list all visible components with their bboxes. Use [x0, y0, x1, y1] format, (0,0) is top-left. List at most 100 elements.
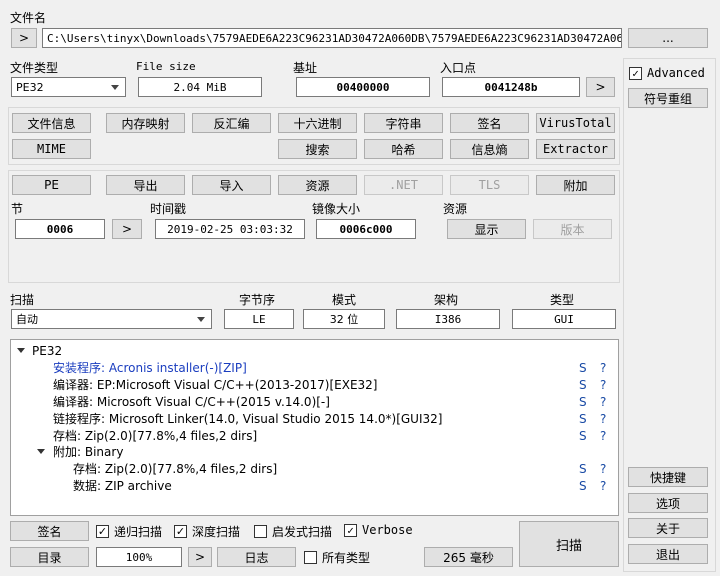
heuristic-scan-checkbox[interactable]: 启发式扫描 [254, 523, 332, 540]
tree-root[interactable]: PE32 [11, 342, 618, 359]
file-name-label: 文件名 [10, 11, 47, 25]
browse-button[interactable]: > [11, 28, 37, 48]
base-address-label: 基址 [293, 61, 318, 75]
signature-link[interactable]: S [579, 378, 587, 392]
expand-icon [37, 449, 45, 454]
tab-pe[interactable]: PE [12, 175, 91, 195]
signature-link[interactable]: S [579, 479, 587, 493]
entry-point-go-button[interactable]: > [586, 77, 615, 97]
entry-point-field[interactable]: 0041248b [442, 77, 580, 97]
check-icon: ✓ [96, 525, 109, 538]
signature-link[interactable]: S [579, 412, 587, 426]
file-info-button[interactable]: 文件信息 [12, 113, 91, 133]
hash-button[interactable]: 哈希 [364, 139, 443, 159]
signature-link[interactable]: S [579, 395, 587, 409]
deep-scan-label: 深度扫描 [192, 525, 241, 539]
strings-button[interactable]: 字符串 [364, 113, 443, 133]
tab-overlay[interactable]: 附加 [536, 175, 615, 195]
all-types-checkbox[interactable]: 所有类型 [304, 549, 370, 566]
tree-item[interactable]: 编译器: Microsoft Visual C/C++(2015 v.14.0)… [11, 393, 618, 410]
advanced-checkbox[interactable]: ✓ Advanced [629, 66, 705, 80]
rebuild-symbols-button[interactable]: 符号重组 [628, 88, 708, 108]
tree-item[interactable]: 存档: Zip(2.0)[77.8%,4 files,2 dirs] S ? [11, 427, 618, 444]
shortcuts-button[interactable]: 快捷键 [628, 467, 708, 487]
verbose-label: Verbose [362, 523, 413, 537]
check-icon: ✓ [344, 523, 357, 537]
info-link[interactable]: ? [600, 429, 606, 443]
tree-item[interactable]: 编译器: EP:Microsoft Visual C/C++(2013-2017… [11, 376, 618, 393]
check-icon: ✓ [629, 66, 642, 80]
check-icon: ✓ [174, 525, 187, 538]
progress-go-button[interactable]: > [188, 547, 212, 567]
more-options-button[interactable]: ... [628, 28, 708, 48]
info-link[interactable]: ? [600, 378, 606, 392]
virustotal-button[interactable]: VirusTotal [536, 113, 615, 133]
scan-mode-select[interactable]: 自动 [11, 309, 212, 329]
section-count-field: 0006 [15, 219, 105, 239]
entry-point-label: 入口点 [440, 61, 477, 75]
signature-link[interactable]: S [579, 429, 587, 443]
verbose-checkbox[interactable]: ✓ Verbose [344, 523, 413, 537]
image-size-field: 0006c000 [316, 219, 416, 239]
tree-item-text: 编译器: Microsoft Visual C/C++(2015 v.14.0)… [53, 395, 330, 409]
signature-tool-button[interactable]: 签名 [450, 113, 529, 133]
signature-link[interactable]: S [579, 462, 587, 476]
chevron-down-icon [111, 85, 119, 90]
tab-dotnet[interactable]: .NET [364, 175, 443, 195]
info-link[interactable]: ? [600, 361, 606, 375]
entropy-button[interactable]: 信息熵 [450, 139, 529, 159]
tree-item[interactable]: 存档: Zip(2.0)[77.8%,4 files,2 dirs] S ? [11, 460, 618, 477]
extractor-button[interactable]: Extractor [536, 139, 615, 159]
tree-item-text: 数据: ZIP archive [73, 479, 172, 493]
deep-scan-checkbox[interactable]: ✓ 深度扫描 [174, 523, 240, 540]
type-field: GUI [512, 309, 616, 329]
hex-button[interactable]: 十六进制 [278, 113, 357, 133]
section-go-button[interactable]: > [112, 219, 142, 239]
tree-item[interactable]: 安装程序: Acronis installer(-)[ZIP] S ? [11, 359, 618, 376]
image-size-label: 镜像大小 [312, 202, 361, 216]
exit-button[interactable]: 退出 [628, 544, 708, 564]
tab-resources[interactable]: 资源 [278, 175, 357, 195]
tree-item[interactable]: 数据: ZIP archive S ? [11, 477, 618, 494]
signature-button[interactable]: 签名 [10, 521, 89, 541]
tab-tls[interactable]: TLS [450, 175, 529, 195]
scan-label: 扫描 [10, 293, 35, 307]
version-button[interactable]: 版本 [533, 219, 612, 239]
info-link[interactable]: ? [600, 412, 606, 426]
about-button[interactable]: 关于 [628, 518, 708, 538]
directory-button[interactable]: 目录 [10, 547, 89, 567]
options-button[interactable]: 选项 [628, 493, 708, 513]
tree-root-label: PE32 [32, 343, 63, 358]
search-button[interactable]: 搜索 [278, 139, 357, 159]
tree-overlay-node[interactable]: 附加: Binary [11, 443, 618, 460]
memory-map-button[interactable]: 内存映射 [106, 113, 185, 133]
recursive-scan-checkbox[interactable]: ✓ 递归扫描 [96, 523, 162, 540]
info-link[interactable]: ? [600, 479, 606, 493]
mime-button[interactable]: MIME [12, 139, 91, 159]
show-resources-button[interactable]: 显示 [447, 219, 526, 239]
file-type-select[interactable]: PE32 [11, 77, 126, 97]
endianness-label: 字节序 [239, 293, 276, 307]
all-types-label: 所有类型 [322, 551, 371, 565]
scan-button[interactable]: 扫描 [519, 521, 619, 567]
resources-label: 资源 [443, 202, 468, 216]
tree-item-text: 链接程序: Microsoft Linker(14.0, Visual Stud… [53, 412, 443, 426]
tree-item-text: 存档: Zip(2.0)[77.8%,4 files,2 dirs] [73, 462, 278, 476]
base-address-field[interactable]: 00400000 [296, 77, 430, 97]
tab-export[interactable]: 导出 [106, 175, 185, 195]
section-label: 节 [11, 202, 24, 216]
tab-import[interactable]: 导入 [192, 175, 271, 195]
signature-link[interactable]: S [579, 361, 587, 375]
tree-item[interactable]: 链接程序: Microsoft Linker(14.0, Visual Stud… [11, 410, 618, 427]
info-link[interactable]: ? [600, 395, 606, 409]
tree-item-text: 存档: Zip(2.0)[77.8%,4 files,2 dirs] [53, 429, 258, 443]
results-tree[interactable]: PE32 安装程序: Acronis installer(-)[ZIP] S ?… [10, 339, 619, 516]
log-button[interactable]: 日志 [217, 547, 296, 567]
info-link[interactable]: ? [600, 462, 606, 476]
disassembly-button[interactable]: 反汇编 [192, 113, 271, 133]
checkbox-empty-icon [304, 551, 317, 564]
heuristic-scan-label: 启发式扫描 [272, 525, 333, 539]
file-path-input[interactable]: C:\Users\tinyx\Downloads\7579AEDE6A223C9… [42, 28, 622, 48]
advanced-label: Advanced [647, 66, 705, 80]
chevron-down-icon [197, 317, 205, 322]
